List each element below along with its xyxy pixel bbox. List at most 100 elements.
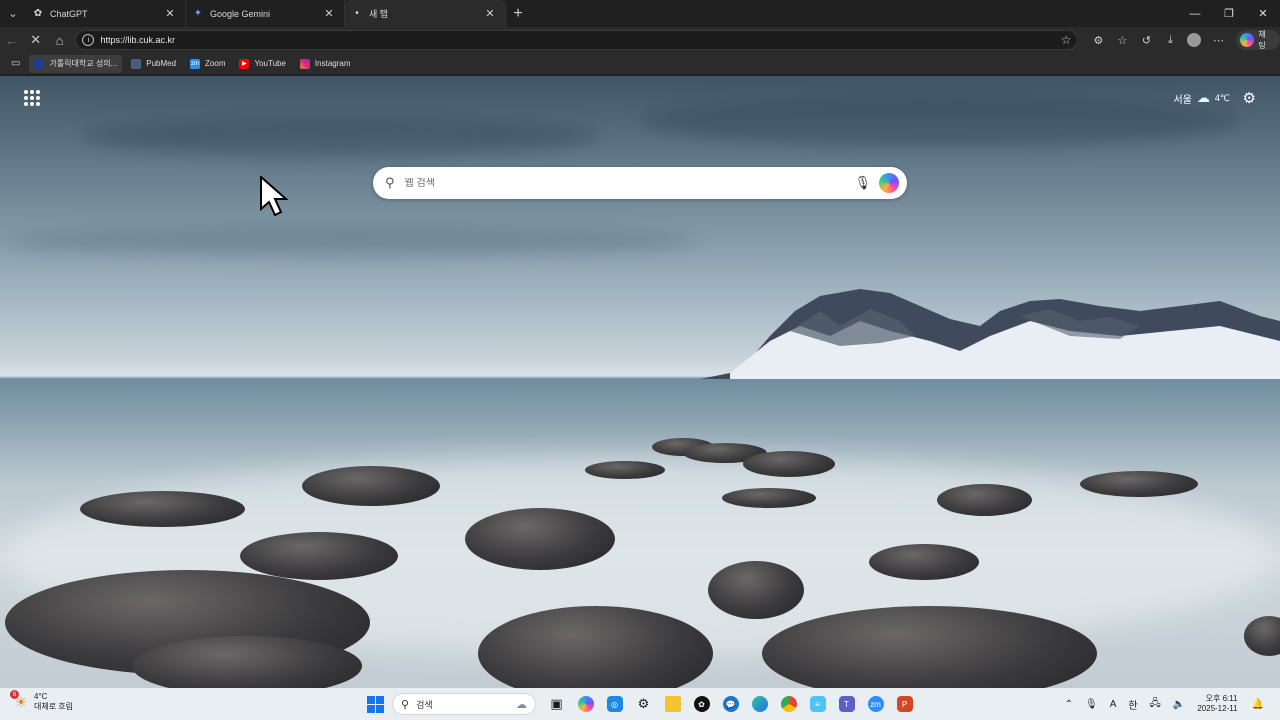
web-search-box[interactable]: ⚲ 🎙	[373, 167, 907, 199]
copilot-icon[interactable]	[879, 173, 899, 193]
tab-gemini[interactable]: ✦ Google Gemini ✕	[186, 0, 345, 27]
tab-new-tab[interactable]: • 새 탭 ✕	[345, 0, 506, 27]
download-icon[interactable]: ⤓	[1158, 27, 1182, 53]
tab-actions-menu-button[interactable]: ⌄	[0, 0, 26, 27]
powerpoint-icon[interactable]: P	[890, 692, 919, 716]
taskbar-search[interactable]: ⚲ 검색 ☁	[392, 693, 536, 715]
close-icon[interactable]: ✕	[163, 7, 177, 20]
gemini-icon: ✦	[193, 8, 203, 19]
ime-mode[interactable]: 한	[1128, 697, 1137, 712]
copilot-icon	[1240, 33, 1255, 47]
favorite-label: PubMed	[146, 59, 177, 68]
chrome-browser-icon[interactable]	[774, 692, 803, 716]
favorite-label: YouTube	[254, 59, 286, 68]
address-bar[interactable]: i https://lib.cuk.ac.kr ☆	[75, 30, 1079, 50]
mouse-pointer-icon	[260, 176, 288, 216]
taskbar-weather-widget[interactable]: ☀ 6 4°C 대체로 흐림	[10, 690, 74, 712]
teams-icon[interactable]: T	[832, 692, 861, 716]
new-tab-page: 서울 ☁ 4℃ ⚙ ⚲ 🎙	[0, 76, 1280, 688]
input-language[interactable]: A	[1110, 699, 1117, 710]
tab-title: ChatGPT	[50, 8, 88, 19]
browser-toolbar: ← ✕ ⌂ i https://lib.cuk.ac.kr ☆ ⚙ ☆ ↺ ⤓ …	[0, 27, 1280, 53]
volume-icon[interactable]: 🔈	[1173, 699, 1185, 710]
plus-icon: +	[513, 4, 523, 22]
close-window-icon[interactable]: ✕	[1246, 0, 1280, 27]
notepad-icon[interactable]: ≡	[803, 692, 832, 716]
system-clock[interactable]: 오후 6:11 2025-12-11	[1197, 694, 1237, 714]
partly-cloudy-icon: ☁	[1196, 90, 1210, 105]
network-icon[interactable]: 🖧	[1150, 696, 1161, 713]
microphone-icon[interactable]: 🎙	[854, 175, 871, 191]
favorites-icon[interactable]: ☆	[1110, 27, 1134, 53]
app-blue-icon[interactable]: ◎	[600, 692, 629, 716]
edge-browser-icon[interactable]	[745, 692, 774, 716]
tab-chatgpt[interactable]: ✿ ChatGPT ✕	[26, 0, 186, 27]
start-button[interactable]	[364, 693, 386, 715]
favorite-label: 가톨릭대학교 성의...	[49, 59, 118, 68]
close-icon[interactable]: ✕	[322, 7, 336, 20]
university-logo-icon	[34, 58, 45, 69]
weather-temp: 4℃	[1214, 92, 1230, 103]
search-icon: ⚲	[401, 698, 410, 711]
favorite-youtube[interactable]: ▶ YouTube	[234, 55, 290, 73]
sun-cloud-icon: ☀ 6	[10, 690, 30, 711]
clock-time: 오후 6:11	[1205, 694, 1238, 703]
settings-app-icon[interactable]: ⚙	[629, 692, 658, 716]
youtube-icon: ▶	[239, 58, 250, 69]
weather-widget[interactable]: 서울 ☁ 4℃	[1173, 90, 1230, 106]
favorites-bar: ▭ 가톨릭대학교 성의... PubMed zm Zoom ▶ YouTube …	[0, 53, 1280, 75]
close-icon[interactable]: ✕	[483, 7, 497, 20]
favorite-pubmed[interactable]: PubMed	[126, 55, 181, 73]
restore-icon[interactable]: ❐	[1212, 0, 1246, 27]
task-view-icon[interactable]: ▣	[542, 692, 571, 716]
taskbar-weather-condition: 대체로 흐림	[34, 702, 74, 711]
favorite-catholic-univ[interactable]: 가톨릭대학교 성의...	[29, 54, 123, 73]
taskbar-search-placeholder: 검색	[416, 699, 433, 710]
minimize-icon[interactable]: —	[1178, 0, 1212, 27]
favorite-instagram[interactable]: Instagram	[295, 55, 356, 73]
arrow-left-icon: ←	[5, 32, 19, 48]
taskbar-weather-temp: 4°C	[34, 692, 48, 701]
chevron-down-icon: ⌄	[8, 8, 18, 20]
windows-taskbar: ☀ 6 4°C 대체로 흐림 ⚲ 검색 ☁ ▣ ◎ ⚙ ✿ 💬 ≡ T zm P…	[0, 688, 1280, 720]
chatgpt-app-icon[interactable]: ✿	[687, 692, 716, 716]
copilot-app-icon[interactable]	[571, 692, 600, 716]
loading-dot-icon: •	[355, 8, 359, 19]
back-button[interactable]: ←	[0, 27, 24, 53]
copilot-chat-button[interactable]: 채팅	[1236, 30, 1280, 50]
chevron-up-icon[interactable]: ⌃	[1065, 699, 1073, 710]
profile-button[interactable]	[1182, 27, 1206, 53]
favorites-toggle-icon[interactable]: ▭	[6, 55, 25, 73]
settings-gear-icon[interactable]: ⚙	[1243, 89, 1256, 107]
chat-app-icon[interactable]: 💬	[716, 692, 745, 716]
avatar	[1187, 33, 1202, 47]
more-menu-icon[interactable]: ⋯	[1206, 27, 1230, 53]
weather-city: 서울	[1173, 94, 1192, 106]
close-icon: ✕	[30, 32, 42, 47]
stop-loading-button[interactable]: ✕	[24, 27, 48, 53]
tab-strip: ⌄ ✿ ChatGPT ✕ ✦ Google Gemini ✕ • 새 탭 ✕ …	[0, 0, 1280, 27]
favorite-label: Instagram	[314, 59, 351, 68]
apps-launcher-button[interactable]	[24, 90, 40, 106]
notification-bell-icon[interactable]: 🔔	[1252, 699, 1264, 710]
system-tray: ⌃ 🎙 A 한 🖧 🔈 오후 6:11 2025-12-11 🔔	[1059, 692, 1270, 716]
zoom-app-icon[interactable]: zm	[861, 692, 890, 716]
file-explorer-icon[interactable]	[658, 692, 687, 716]
extensions-icon[interactable]: ⚙	[1086, 27, 1110, 53]
microphone-icon[interactable]: 🎙	[1085, 699, 1098, 710]
search-input[interactable]	[404, 177, 855, 189]
search-icon: ⚲	[385, 175, 395, 190]
search-highlight-icon: ☁	[516, 698, 527, 711]
mountain-graphic	[700, 289, 1280, 379]
home-button[interactable]: ⌂	[48, 27, 72, 53]
favorite-zoom[interactable]: zm Zoom	[185, 55, 230, 73]
screen: ⌄ ✿ ChatGPT ✕ ✦ Google Gemini ✕ • 새 탭 ✕ …	[0, 0, 1280, 720]
notification-badge: 6	[10, 690, 19, 699]
star-icon[interactable]: ☆	[1061, 33, 1072, 47]
site-info-icon[interactable]: i	[82, 34, 95, 46]
tab-title: 새 탭	[369, 9, 389, 19]
new-tab-button[interactable]: +	[506, 0, 530, 27]
history-icon[interactable]: ↺	[1134, 27, 1158, 53]
pubmed-icon	[131, 58, 142, 69]
tab-title: Google Gemini	[210, 8, 271, 19]
